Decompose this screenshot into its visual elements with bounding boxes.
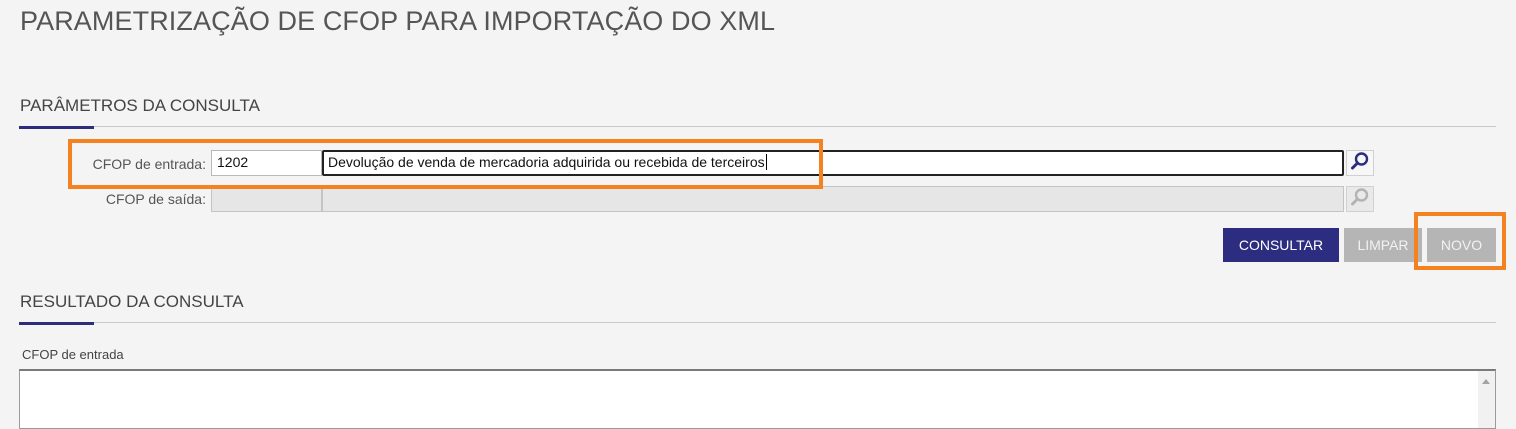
cfop-entrada-description-input[interactable]: Devolução de venda de mercadoria adquiri… (322, 150, 1344, 176)
cfop-saida-description-input[interactable] (322, 186, 1344, 212)
text-caret (765, 154, 767, 170)
results-section-title: RESULTADO DA CONSULTA (20, 292, 244, 311)
params-section-accent (19, 126, 94, 129)
consultar-button[interactable]: CONSULTAR (1223, 228, 1339, 262)
results-section-accent (19, 322, 94, 325)
results-table (19, 369, 1496, 429)
params-section-title: PARÂMETROS DA CONSULTA (20, 96, 260, 115)
limpar-button[interactable]: LIMPAR (1344, 228, 1422, 262)
cfop-saida-lookup-button[interactable] (1346, 186, 1374, 212)
cfop-entrada-code-value: 1202 (217, 154, 249, 170)
cfop-entrada-lookup-button[interactable] (1346, 150, 1374, 176)
search-icon (1350, 151, 1370, 176)
results-column-header-cfop-entrada[interactable]: CFOP de entrada (22, 347, 124, 362)
results-scrollbar[interactable] (1478, 371, 1495, 428)
cfop-saida-label: CFOP de saída: (105, 191, 206, 207)
page-title: PARAMETRIZAÇÃO DE CFOP PARA IMPORTAÇÃO D… (20, 6, 776, 36)
results-section-rule (19, 322, 1496, 323)
novo-button[interactable]: NOVO (1427, 228, 1496, 262)
search-icon (1350, 187, 1370, 212)
cfop-entrada-description-value: Devolução de venda de mercadoria adquiri… (328, 154, 765, 170)
cfop-saida-code-input[interactable] (211, 186, 322, 212)
cfop-entrada-code-input[interactable]: 1202 (211, 150, 322, 176)
scroll-up-arrow-icon[interactable] (1482, 379, 1490, 384)
cfop-entrada-label: CFOP de entrada: (92, 156, 206, 172)
params-section-rule (19, 126, 1496, 127)
